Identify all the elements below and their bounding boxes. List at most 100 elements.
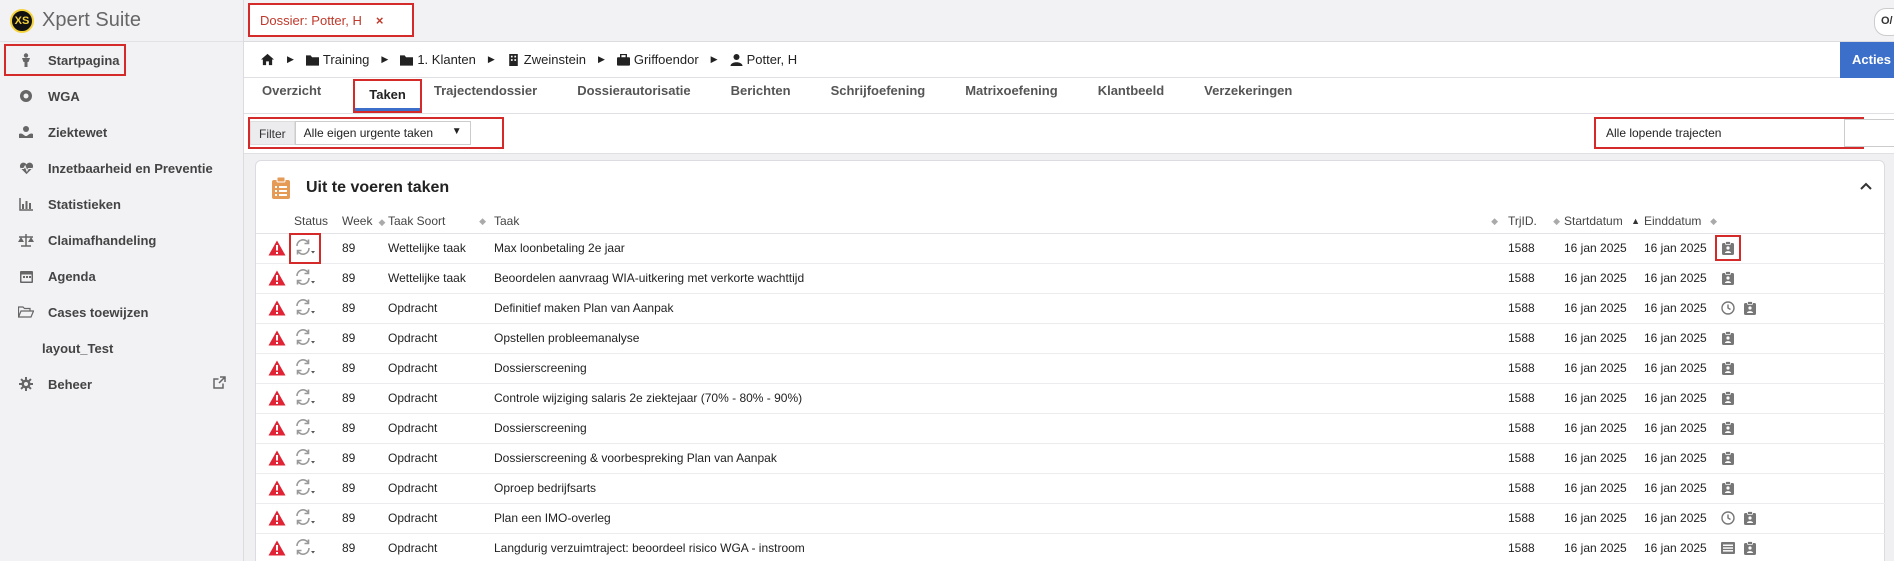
refresh-status-icon[interactable] — [294, 508, 316, 529]
breadcrumb-klanten[interactable]: 1. Klanten — [400, 52, 476, 67]
tab-dossierautorisatie[interactable]: Dossierautorisatie — [577, 77, 710, 113]
sidebar-item-agenda[interactable]: Agenda — [0, 258, 243, 294]
tab-klantbeeld[interactable]: Klantbeeld — [1098, 77, 1184, 113]
clipboard-icon[interactable] — [1721, 271, 1735, 286]
sidebar-item-statistieken[interactable]: Statistieken — [0, 186, 243, 222]
sidebar-item-claimafhandeling[interactable]: Claimafhandeling — [0, 222, 243, 258]
close-icon[interactable]: × — [376, 13, 384, 28]
clipboard-icon[interactable] — [1721, 421, 1735, 436]
table-row[interactable]: 89 Opdracht Opstellen probleemanalyse 1588 1… — [256, 323, 1886, 354]
refresh-status-icon[interactable] — [294, 268, 316, 289]
clipboard-icon[interactable] — [1715, 234, 1741, 262]
col-startdatum[interactable]: Startdatum ▲ — [1564, 209, 1644, 234]
taak-cell[interactable]: Dossierscreening — [494, 353, 1508, 384]
filter-select[interactable]: Alle eigen urgente taken ▼ — [294, 121, 471, 145]
status-cell[interactable] — [294, 533, 342, 561]
status-cell[interactable] — [289, 233, 342, 264]
clipboard-icon[interactable] — [1721, 481, 1735, 496]
col-taak-soort[interactable]: Taak Soort ◆ — [388, 209, 494, 234]
status-cell[interactable] — [294, 293, 342, 324]
table-row[interactable]: 89 Opdracht Definitief maken Plan van Aanp… — [256, 293, 1886, 324]
sidebar-item-wga[interactable]: WGA — [0, 78, 243, 114]
refresh-status-icon[interactable] — [294, 478, 316, 499]
trajecten-select[interactable]: Alle lopende trajecten — [1594, 117, 1864, 149]
clipboard-icon[interactable] — [1743, 301, 1757, 316]
table-row[interactable]: 89 Opdracht Langdurig verzuimtraject: beoo… — [256, 533, 1886, 561]
tab-taken[interactable]: Taken — [353, 79, 422, 113]
home-icon[interactable] — [260, 53, 275, 66]
taak-cell[interactable]: Langdurig verzuimtraject: beoordeel risi… — [494, 533, 1508, 561]
refresh-status-icon[interactable] — [294, 418, 316, 439]
table-row[interactable]: 89 Wettelijke taak Max loonbetaling 2e jaa… — [256, 233, 1886, 264]
clipboard-icon[interactable] — [1721, 331, 1735, 346]
list-icon[interactable] — [1721, 541, 1735, 556]
taak-cell[interactable]: Opstellen probleemanalyse — [494, 323, 1508, 354]
clock-icon[interactable] — [1721, 511, 1735, 526]
sidebar-item-layout-test[interactable]: layout_Test — [0, 330, 243, 366]
tab-berichten[interactable]: Berichten — [731, 77, 811, 113]
status-cell[interactable] — [294, 443, 342, 474]
tab-verzekeringen[interactable]: Verzekeringen — [1204, 77, 1312, 113]
status-cell[interactable] — [294, 263, 342, 294]
status-cell[interactable] — [294, 353, 342, 384]
breadcrumb-griffoendor[interactable]: Griffoendor — [616, 52, 699, 67]
tab-trajectendossier[interactable]: Trajectendossier — [434, 77, 557, 113]
table-row[interactable]: 89 Opdracht Controle wijziging salaris 2e … — [256, 383, 1886, 414]
search-input[interactable] — [1844, 119, 1894, 147]
sidebar-item-inzetbaarheid-en-preventie[interactable]: Inzetbaarheid en Preventie — [0, 150, 243, 186]
taak-cell[interactable]: Controle wijziging salaris 2e ziektejaar… — [494, 383, 1508, 414]
sidebar-item-ziektewet[interactable]: Ziektewet — [0, 114, 243, 150]
clipboard-icon[interactable] — [1721, 451, 1735, 466]
status-cell[interactable] — [294, 473, 342, 504]
acties-button[interactable]: Acties — [1840, 42, 1894, 78]
taak-cell[interactable]: Definitief maken Plan van Aanpak — [494, 293, 1508, 324]
table-row[interactable]: 89 Wettelijke taak Beoordelen aanvraag WIA… — [256, 263, 1886, 294]
taak-cell[interactable]: Dossierscreening & voorbespreking Plan v… — [494, 443, 1508, 474]
status-cell[interactable] — [294, 413, 342, 444]
chevron-up-icon[interactable] — [1860, 177, 1872, 193]
tab-schrijfoefening[interactable]: Schrijfoefening — [831, 77, 946, 113]
col-taak[interactable]: Taak ◆ — [494, 209, 1508, 234]
external-link-icon[interactable] — [213, 376, 227, 390]
dossier-tab[interactable]: Dossier: Potter, H × — [248, 3, 414, 37]
clipboard-icon[interactable] — [1743, 511, 1757, 526]
col-trjid[interactable]: TrjID. ◆ — [1508, 209, 1564, 234]
refresh-status-icon[interactable] — [294, 448, 316, 469]
breadcrumb-zweinstein[interactable]: Zweinstein — [507, 52, 586, 67]
app-logo[interactable]: XS Xpert Suite — [0, 0, 243, 42]
col-einddatum[interactable]: Einddatum ◆ — [1644, 209, 1721, 234]
clipboard-icon[interactable] — [1721, 391, 1735, 406]
sidebar-item-beheer[interactable]: Beheer — [0, 366, 243, 402]
refresh-status-icon[interactable] — [294, 388, 316, 409]
table-row[interactable]: 89 Opdracht Oproep bedrijfsarts 1588 16 jan … — [256, 473, 1886, 504]
col-week[interactable]: Week ◆ — [342, 209, 388, 234]
sidebar-item-startpagina[interactable]: Startpagina — [4, 44, 126, 76]
clipboard-icon[interactable] — [1721, 361, 1735, 376]
table-row[interactable]: 89 Opdracht Dossierscreening 1588 16 jan 202… — [256, 413, 1886, 444]
table-row[interactable]: 89 Opdracht Plan een IMO-overleg 1588 16 jan… — [256, 503, 1886, 534]
table-row[interactable]: 89 Opdracht Dossierscreening & voorbesprek… — [256, 443, 1886, 474]
status-cell[interactable] — [294, 503, 342, 534]
refresh-status-icon[interactable] — [294, 538, 316, 559]
breadcrumb-potter[interactable]: Potter, H — [730, 52, 797, 67]
clock-icon[interactable] — [1721, 301, 1735, 316]
taak-cell[interactable]: Beoordelen aanvraag WIA-uitkering met ve… — [494, 263, 1508, 294]
table-row[interactable]: 89 Opdracht Dossierscreening 1588 16 jan 202… — [256, 353, 1886, 384]
status-cell[interactable] — [294, 383, 342, 414]
refresh-status-icon[interactable] — [294, 328, 316, 349]
taak-cell[interactable]: Dossierscreening — [494, 413, 1508, 444]
breadcrumb-training[interactable]: Training — [305, 52, 369, 67]
taak-cell[interactable]: Plan een IMO-overleg — [494, 503, 1508, 534]
sidebar-item-cases-toewijzen[interactable]: Cases toewijzen — [0, 294, 243, 330]
taak-cell[interactable]: Max loonbetaling 2e jaar — [494, 233, 1508, 264]
refresh-status-icon[interactable] — [294, 298, 316, 319]
refresh-status-icon[interactable] — [294, 358, 316, 379]
refresh-status-icon[interactable] — [289, 238, 321, 264]
tab-matrixoefening[interactable]: Matrixoefening — [965, 77, 1077, 113]
taak-cell[interactable]: Oproep bedrijfsarts — [494, 473, 1508, 504]
user-avatar[interactable]: O/ — [1874, 8, 1894, 36]
col-status[interactable]: Status — [294, 209, 342, 234]
clipboard-icon[interactable] — [1743, 541, 1757, 556]
status-cell[interactable] — [294, 323, 342, 354]
tab-overzicht[interactable]: Overzicht — [262, 77, 341, 113]
